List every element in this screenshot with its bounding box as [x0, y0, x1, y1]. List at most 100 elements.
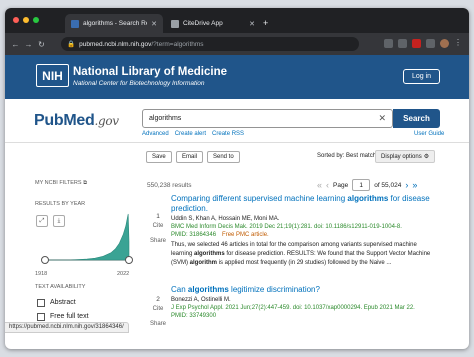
title-highlight: algorithms: [347, 194, 389, 203]
tab-bar: algorithms - Search Results - P ✕ CiteDr…: [5, 8, 469, 33]
result-pmid-line: PMID: 31864346 Free PMC article.: [171, 232, 433, 238]
nlm-subtitle: National Center for Biotechnology Inform…: [73, 80, 205, 87]
back-icon[interactable]: ←: [9, 40, 22, 49]
results-by-year-heading: RESULTS BY YEAR: [35, 201, 86, 207]
avatar[interactable]: [440, 39, 449, 48]
results-by-year-chart[interactable]: [34, 210, 134, 265]
nlm-header: NIH National Library of Medicine Nationa…: [5, 55, 469, 99]
create-alert-link[interactable]: Create alert: [175, 131, 206, 137]
abstract-label[interactable]: Abstract: [50, 299, 76, 306]
external-link-icon: ⧉: [83, 180, 88, 186]
save-button[interactable]: Save: [146, 151, 172, 163]
free-full-text-checkbox[interactable]: [37, 313, 45, 321]
results-count: 550,238 results: [147, 182, 192, 189]
result-citation: J Exp Psychol Appl. 2021 Jun;27(2):447-4…: [171, 305, 415, 311]
new-tab-icon[interactable]: +: [263, 18, 268, 28]
free-full-text-label[interactable]: Free full text: [50, 313, 89, 320]
result-authors: Uddin S, Khan A, Hossain ME, Moni MA.: [171, 216, 280, 222]
year-start-label: 1918: [35, 271, 48, 277]
year-slider-end-handle[interactable]: [125, 256, 133, 264]
user-guide-link[interactable]: User Guide: [414, 131, 444, 137]
display-options-label: Display options: [381, 153, 422, 160]
clear-search-icon[interactable]: ✕: [378, 113, 386, 124]
result-number: 2: [156, 296, 160, 303]
share-button[interactable]: Share: [149, 321, 167, 327]
search-input[interactable]: algorithms ✕: [142, 109, 393, 128]
title-text: Can: [171, 285, 188, 294]
year-end-label: 2022: [117, 271, 130, 277]
gear-icon: ⚙: [423, 154, 430, 160]
nih-logo[interactable]: NIH: [36, 64, 69, 87]
my-ncbi-filters-label: MY NCBI FILTERS: [35, 180, 82, 186]
maximize-window-button[interactable]: [33, 17, 39, 23]
reload-icon[interactable]: ↻: [35, 40, 48, 49]
puzzle-icon[interactable]: [426, 39, 435, 48]
results-toolbar: Save Email Send to Sorted by: Best match…: [5, 142, 469, 171]
results-area-series: [45, 213, 130, 261]
page-total: of 55,024: [374, 181, 402, 189]
tab-label: algorithms - Search Results - P: [83, 20, 147, 27]
lock-icon: 🔒: [67, 41, 76, 48]
tab-close-icon[interactable]: ✕: [249, 20, 255, 28]
nlm-title[interactable]: National Library of Medicine: [73, 66, 227, 78]
search-result-2: Can algorithms legitimize discrimination…: [171, 285, 433, 319]
advanced-link[interactable]: Advanced: [142, 131, 169, 137]
pubmed-logo[interactable]: PubMed.gov: [34, 112, 119, 130]
search-result-1: Comparing different supervised machine l…: [171, 194, 433, 268]
title-text: legitimize discrimination?: [228, 285, 320, 294]
share-button[interactable]: Share: [149, 238, 167, 244]
display-options-button[interactable]: Display options ⚙: [375, 150, 436, 163]
logo-med: Med: [63, 112, 95, 129]
extension-icon[interactable]: [412, 39, 421, 48]
result-title-link[interactable]: Can algorithms legitimize discrimination…: [171, 285, 433, 295]
result-authors: Bonezzi A, Ostinelli M.: [171, 297, 231, 303]
send-to-button[interactable]: Send to: [207, 151, 240, 163]
page-number-input[interactable]: 1: [352, 179, 371, 191]
create-rss-link[interactable]: Create RSS: [212, 131, 244, 137]
result-pmid: PMID: 33749300: [171, 313, 217, 319]
address-bar: ← → ↻ 🔒 pubmed.ncbi.nlm.nih.gov/?term=al…: [5, 33, 469, 55]
tab-citedrive[interactable]: CiteDrive App ✕: [165, 14, 261, 33]
window-controls: [13, 17, 39, 23]
pagination: « ‹ Page 1 of 55,024 › »: [317, 179, 417, 191]
search-button[interactable]: Search: [393, 109, 440, 128]
first-page-icon[interactable]: «: [317, 180, 322, 190]
url-path: /?term=algorithms: [151, 40, 204, 48]
url-field[interactable]: 🔒 pubmed.ncbi.nlm.nih.gov/?term=algorith…: [61, 37, 359, 51]
sort-label[interactable]: Sorted by: Best match: [317, 153, 376, 159]
forward-icon[interactable]: →: [22, 40, 35, 49]
login-button[interactable]: Log in: [403, 69, 440, 84]
extension-icons: ⋮: [384, 39, 463, 48]
kebab-menu-icon[interactable]: ⋮: [454, 39, 463, 48]
status-bar-url: https://pubmed.ncbi.nlm.nih.gov/31864346…: [5, 322, 129, 333]
bookmark-star-icon[interactable]: [398, 39, 407, 48]
tab-close-icon[interactable]: ✕: [151, 20, 157, 28]
logo-pub: Pub: [34, 112, 64, 129]
search-value: algorithms: [149, 115, 182, 122]
result-pmid: PMID: 31864346: [171, 232, 217, 238]
tab-pubmed[interactable]: algorithms - Search Results - P ✕: [65, 14, 163, 33]
result-snippet: Thus, we selected 46 articles in total f…: [171, 241, 433, 268]
next-page-icon[interactable]: ›: [405, 180, 408, 190]
minimize-window-button[interactable]: [23, 17, 29, 23]
tab-label: CiteDrive App: [183, 20, 223, 27]
my-ncbi-filters-link[interactable]: MY NCBI FILTERS ⧉: [35, 180, 87, 187]
search-links: Advanced Create alert Create RSS: [142, 131, 244, 137]
abstract-checkbox[interactable]: [37, 299, 45, 307]
title-text: Comparing different supervised machine l…: [171, 194, 348, 203]
year-slider-start-handle[interactable]: [41, 256, 49, 264]
cite-button[interactable]: Cite: [149, 223, 167, 229]
result-title-link[interactable]: Comparing different supervised machine l…: [171, 194, 433, 214]
close-window-button[interactable]: [13, 17, 19, 23]
prev-page-icon[interactable]: ‹: [326, 180, 329, 190]
title-highlight: algorithms: [187, 285, 229, 294]
text-availability-heading: TEXT AVAILABILITY: [35, 284, 86, 290]
url-host: pubmed.ncbi.nlm.nih.gov: [79, 40, 152, 48]
page-label: Page: [333, 181, 349, 189]
last-page-icon[interactable]: »: [412, 180, 417, 190]
cite-button[interactable]: Cite: [149, 306, 167, 312]
citedrive-favicon-icon: [171, 19, 179, 28]
free-pmc-badge: Free PMC article.: [222, 232, 269, 238]
share-icon[interactable]: [384, 39, 393, 48]
email-button[interactable]: Email: [176, 151, 204, 163]
